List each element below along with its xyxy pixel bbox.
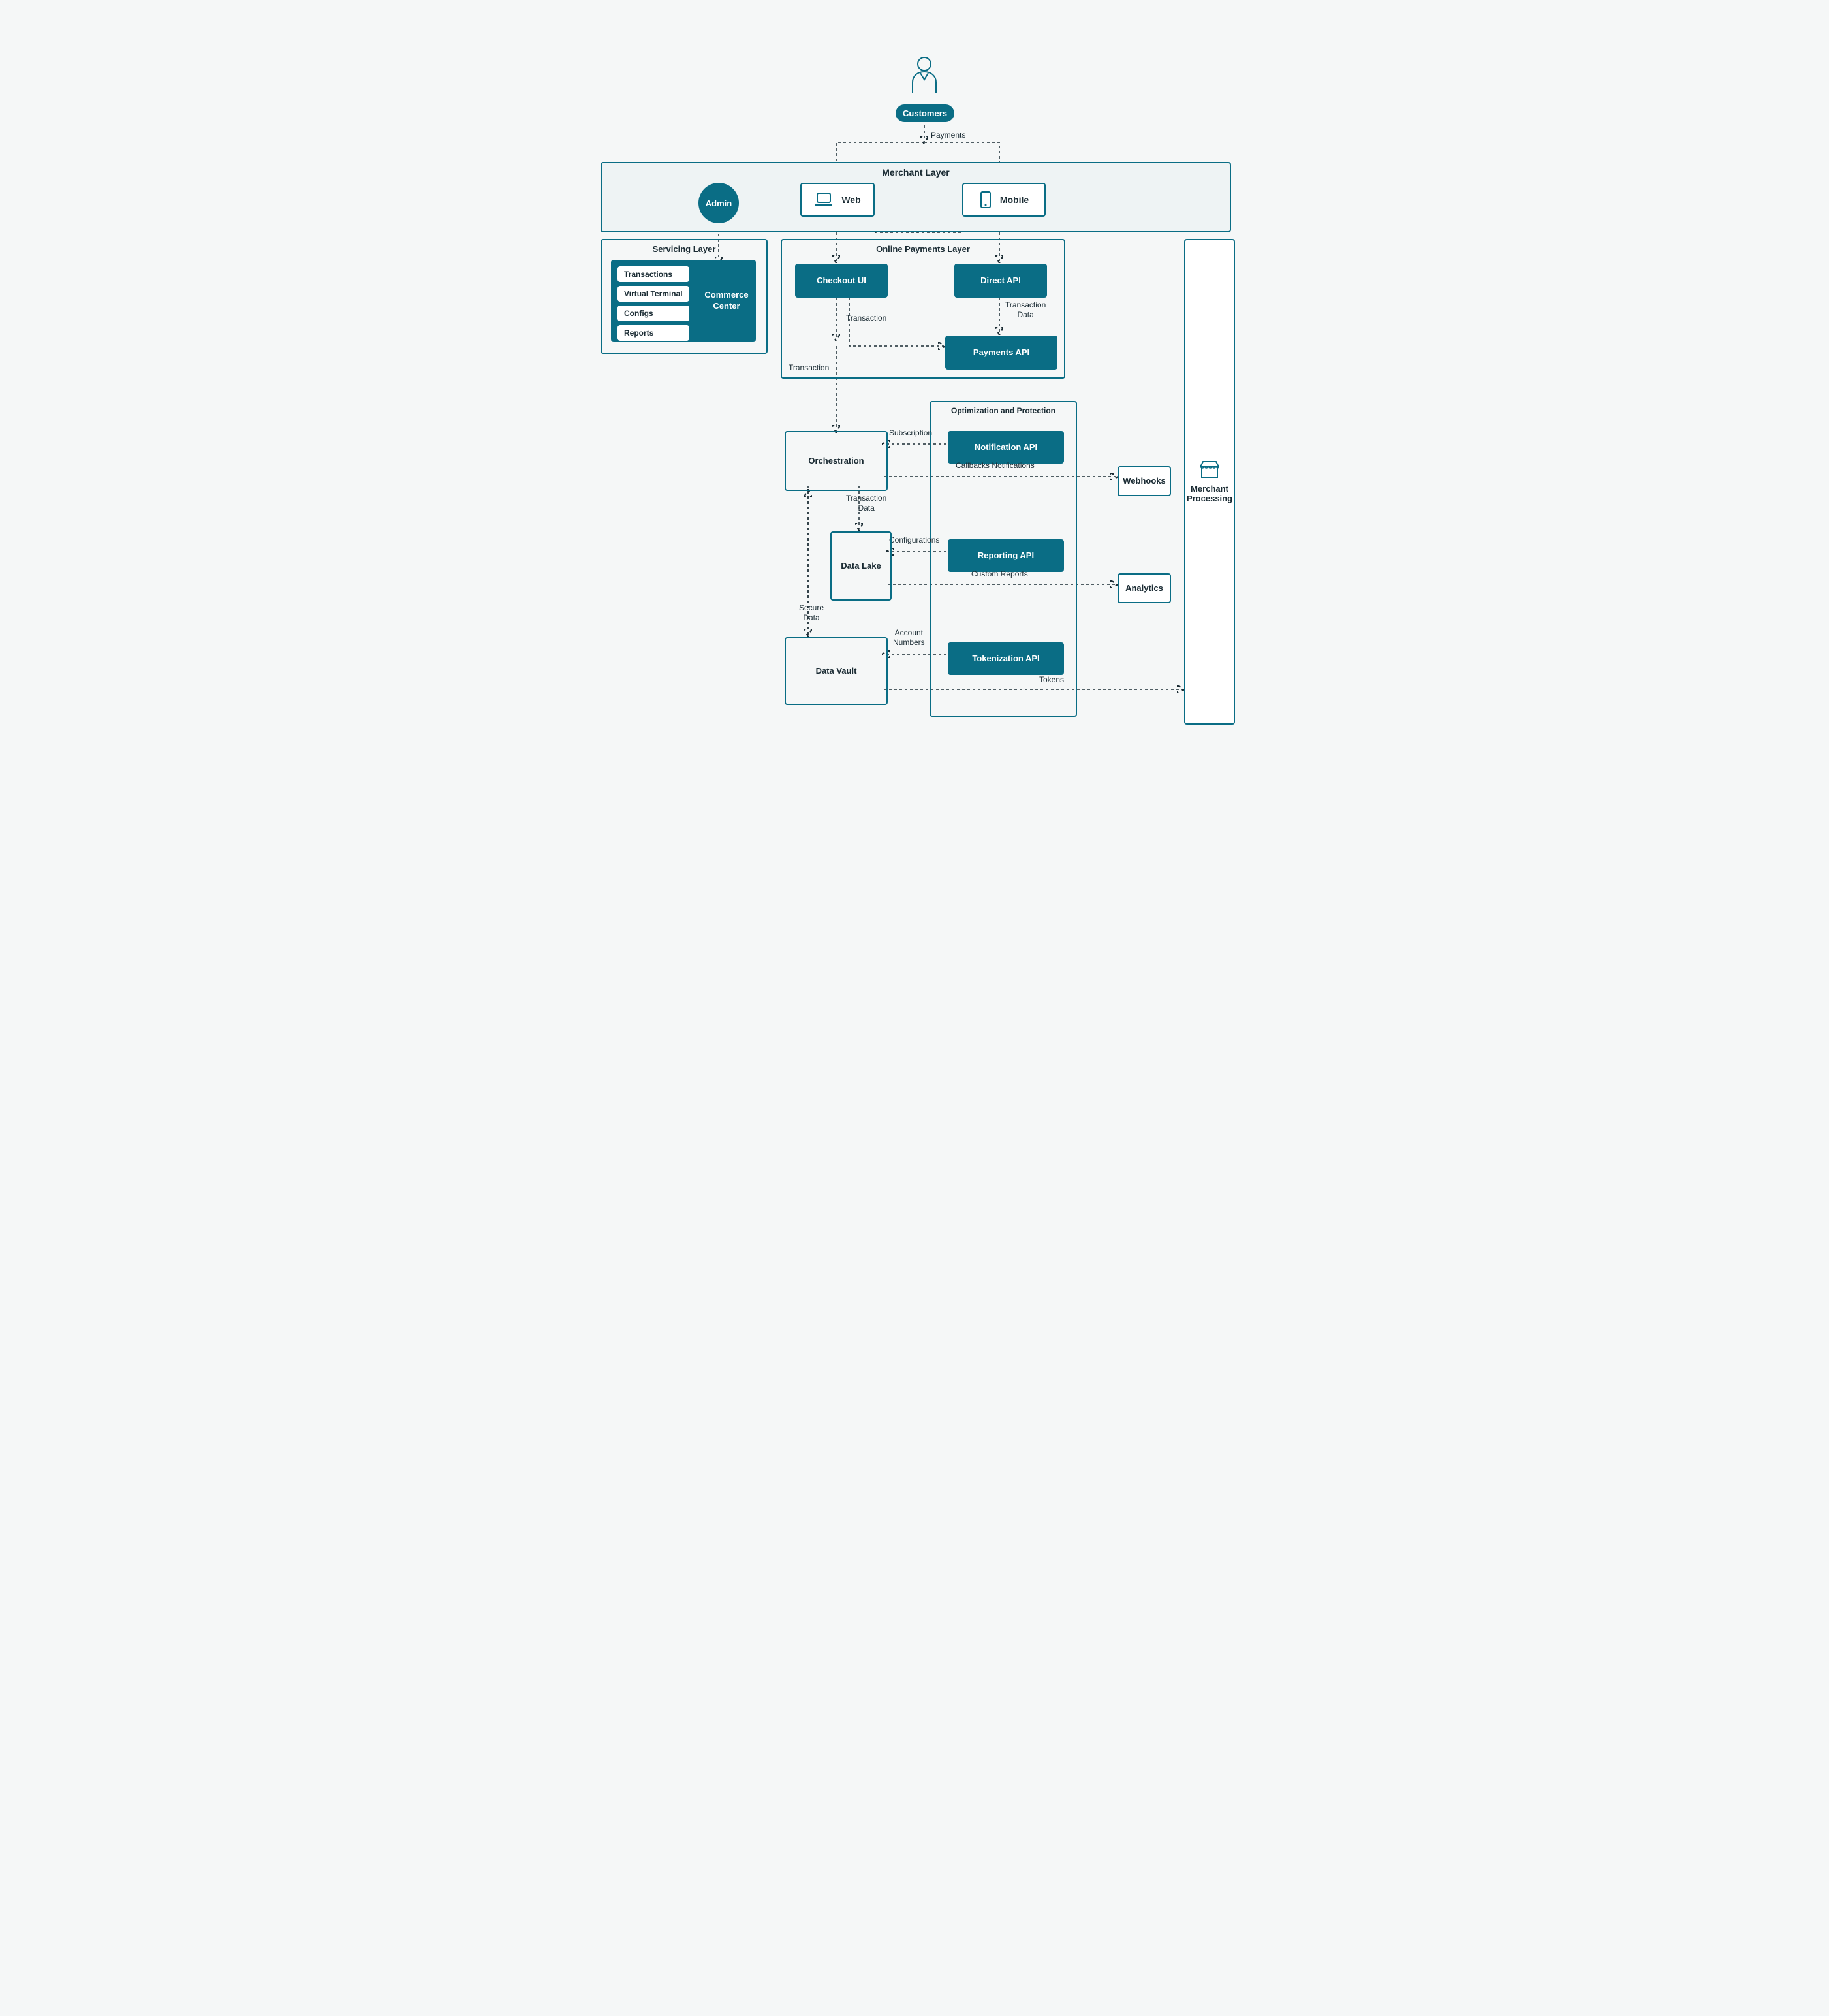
laptop-icon: [814, 192, 834, 208]
admin-label: Admin: [706, 198, 732, 208]
merchant-processing-node: Merchant Processing: [1184, 239, 1235, 725]
merchant-layer-title: Merchant Layer: [602, 167, 1230, 178]
mobile-node: Mobile: [962, 183, 1046, 217]
web-node: Web: [800, 183, 875, 217]
commerce-center-label: Commerce Center: [702, 290, 751, 312]
commerce-item-configs: Configs: [617, 306, 689, 321]
store-icon: [1199, 460, 1220, 479]
analytics-label: Analytics: [1125, 583, 1163, 594]
merchant-processing-label: Merchant Processing: [1187, 484, 1232, 503]
commerce-item-virtual-terminal: Virtual Terminal: [617, 286, 689, 302]
admin-node: Admin: [698, 183, 739, 223]
lower-outer-panel: [774, 235, 1174, 714]
customers-label: Customers: [903, 108, 947, 118]
analytics-node: Analytics: [1118, 573, 1171, 603]
web-label: Web: [841, 195, 860, 205]
mobile-label: Mobile: [1000, 195, 1029, 205]
commerce-item-transactions: Transactions: [617, 266, 689, 282]
payments-label: Payments: [931, 131, 965, 140]
webhooks-label: Webhooks: [1123, 476, 1166, 487]
commerce-item-reports: Reports: [617, 325, 689, 341]
servicing-layer-title: Servicing Layer: [602, 244, 766, 254]
webhooks-node: Webhooks: [1118, 466, 1171, 496]
customer-icon: [909, 56, 940, 94]
mobile-icon: [979, 191, 992, 209]
customers-pill: Customers: [896, 104, 954, 122]
merchant-layer-panel: Merchant Layer: [601, 162, 1231, 232]
commerce-center-items: Transactions Virtual Terminal Configs Re…: [617, 266, 689, 341]
